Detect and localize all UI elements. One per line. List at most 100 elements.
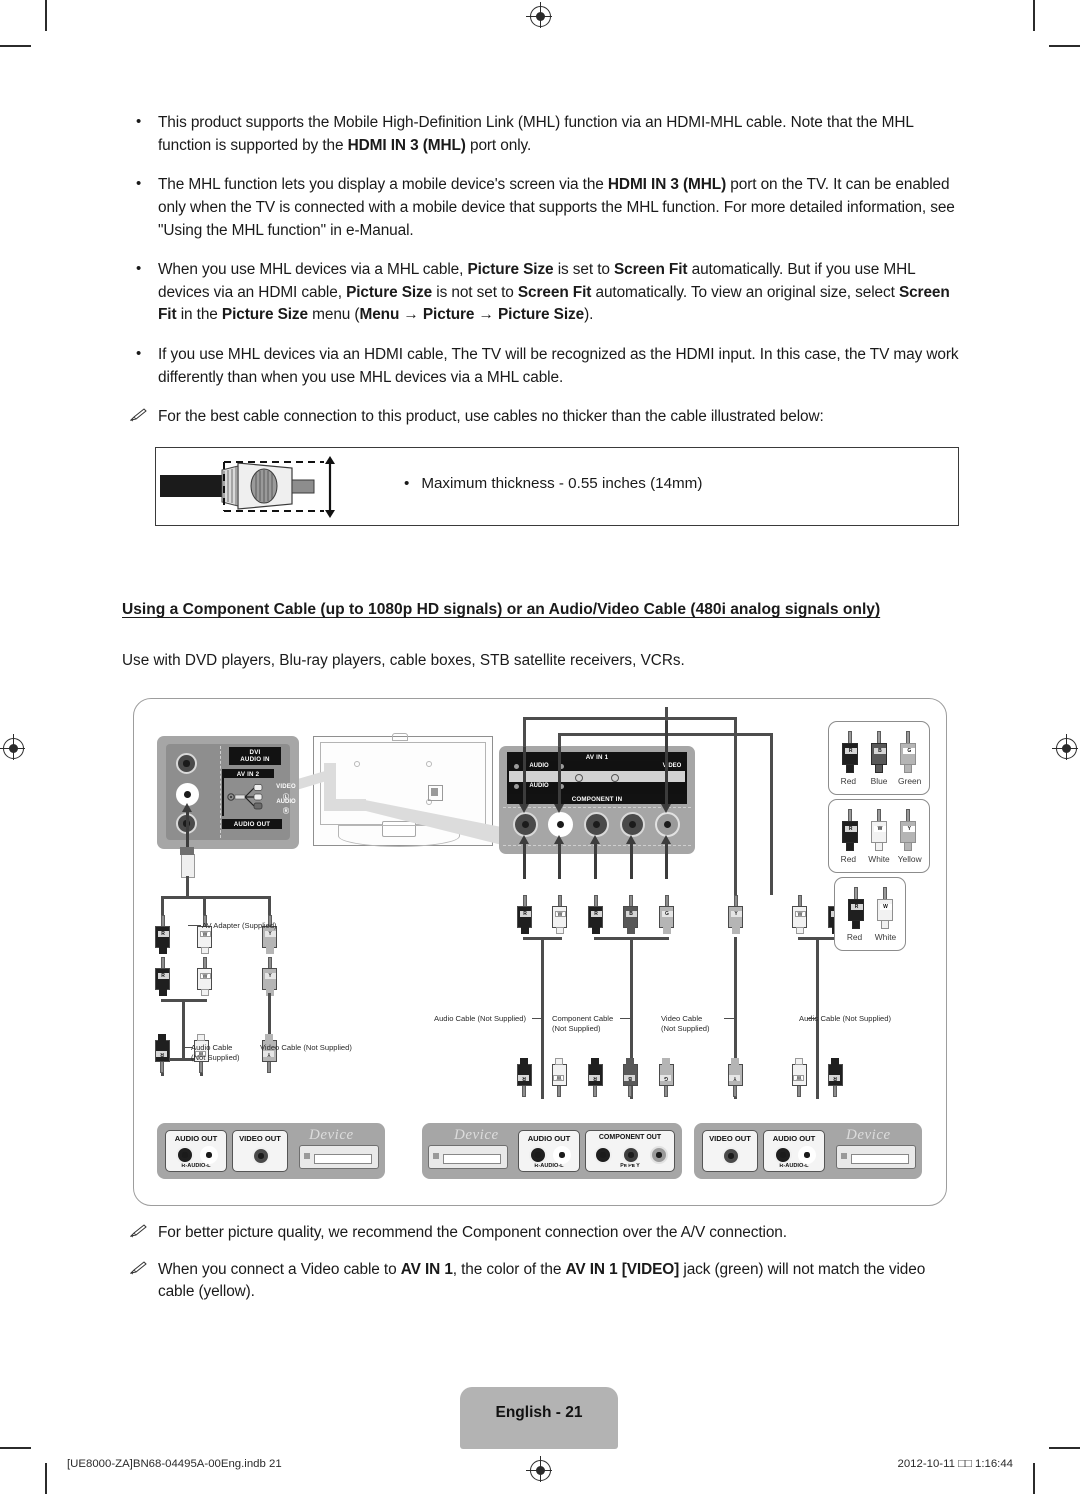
connection-diagram: DVI AUDIO IN AV IN 2 VIDEO Ⓛ AUDIO Ⓡ AUDI… (133, 698, 947, 1206)
legend-plug-label: Red (846, 932, 863, 942)
av-adapter-collar (180, 847, 194, 855)
legend-audio: RW Red White (834, 877, 906, 951)
page-number-tab: English - 21 (460, 1387, 618, 1449)
wire-adapter-stem (185, 876, 189, 898)
page-number-label: English - 21 (495, 1404, 583, 1421)
wire-top-loop-e (558, 733, 561, 747)
arrow-comp-in-2 (554, 835, 564, 879)
av-adapter-plug (181, 854, 195, 878)
port-title: AUDIO OUT (174, 1134, 218, 1143)
caption-video-cable-left: Video Cable (Not Supplied) (260, 1043, 352, 1052)
legend-plug: R (847, 887, 864, 931)
port-title: COMPONENT OUT (598, 1134, 662, 1141)
bottom-note-text: When you connect a Video cable to AV IN … (158, 1260, 926, 1301)
tv-jack-audio-l (548, 812, 573, 837)
tv-jack-pr (584, 812, 609, 837)
legend-plug: W (870, 809, 887, 853)
body-text: This product supports the Mobile High-De… (122, 111, 960, 443)
legend-component-items: RBG (829, 722, 929, 775)
legend-audio-names: Red White (835, 931, 905, 947)
bottom-notes: For better picture quality, we recommend… (122, 1222, 960, 1318)
registration-mark-top (526, 2, 552, 28)
panel-dash-bottom (503, 845, 691, 846)
caption-video-cable-mid: Video Cable (Not Supplied) (661, 1014, 710, 1034)
port-title: AUDIO OUT (527, 1134, 571, 1143)
legend-plug-label: Green (898, 776, 922, 786)
port-jack-pr (594, 1146, 612, 1164)
wire-top-loop-f (770, 733, 773, 895)
bullet-item: The MHL function lets you display a mobi… (122, 173, 960, 242)
crop-mark-tr-v (1033, 0, 1035, 31)
arrow-comp-in-1 (519, 835, 529, 879)
leader-audio-mid (532, 1018, 544, 1020)
crop-mark-tr-h (1049, 45, 1080, 47)
port-title: VIDEO OUT (239, 1134, 281, 1143)
av-adapter-icon (227, 784, 263, 810)
leader-av-adapter (188, 925, 201, 927)
leader-audio-left (184, 1047, 193, 1049)
port-jack-r (774, 1146, 792, 1164)
port-jack-y (650, 1146, 668, 1164)
port-sub: R-AUDIO-L (181, 1163, 211, 1169)
port-jack-l (200, 1146, 218, 1164)
arrow-comp-in-4 (626, 835, 636, 879)
wire-adapter-bus (161, 896, 271, 899)
port-jack-v (722, 1147, 740, 1165)
page: This product supports the Mobile High-De… (0, 0, 1080, 1494)
leader-video-mid (724, 1018, 736, 1020)
crop-mark-tl-h (0, 45, 31, 47)
legend-plug-label: Yellow (897, 854, 922, 864)
wire-top-loop-b (523, 717, 526, 747)
footer-file-name: [UE8000-ZA]BN68-04495A-00Eng.indb 21 (67, 1458, 282, 1470)
port-jack-l (553, 1146, 571, 1164)
label-dvi-audio-in: DVI AUDIO IN (229, 747, 281, 766)
registration-mark-bottom (526, 1456, 552, 1482)
legend-plug: B (870, 731, 887, 775)
crop-mark-tl-v (45, 0, 47, 31)
tv-jack-y-video (655, 812, 680, 837)
label-component-in: COMPONENT IN (507, 794, 687, 805)
device-box-right: VIDEO OUT AUDIO OUT R-AUDIO-L Device (694, 1123, 922, 1179)
port-jack-v (252, 1147, 270, 1165)
port-audio-out-middle: AUDIO OUT R-AUDIO-L (518, 1130, 580, 1172)
device-illustration-middle (428, 1145, 508, 1169)
port-jack-pb (622, 1146, 640, 1164)
label-audio-out-tv: AUDIO OUT (222, 819, 282, 830)
legend-plug: G (900, 731, 917, 775)
footer-timestamp: 2012-10-11 □□ 1:16:44 (897, 1458, 1013, 1470)
legend-component: RBG Red Blue Green (828, 721, 930, 795)
legend-plug-label: White (868, 854, 890, 864)
legend-audio-items: RW (835, 878, 905, 931)
legend-component-names: Red Blue Green (829, 775, 929, 791)
crop-mark-bl-h (0, 1447, 31, 1449)
label-video-right: VIDEO (659, 762, 685, 771)
section-subtext: Use with DVD players, Blu-ray players, c… (122, 652, 685, 669)
wire-top-loop-c (734, 717, 737, 895)
tv-jack-pb (620, 812, 645, 837)
hdmi-cable-illustration (160, 456, 335, 518)
legend-plug: R (841, 809, 858, 853)
pencil-icon (130, 1260, 147, 1274)
port-jack-r (529, 1146, 547, 1164)
crop-mark-bl-v (45, 1463, 47, 1494)
device-box-left: AUDIO OUT R-AUDIO-L VIDEO OUT Device (157, 1123, 385, 1179)
tv-jack-audio-r (513, 812, 538, 837)
port-audio-out-right: AUDIO OUT R-AUDIO-L (763, 1130, 825, 1172)
caption-av-adapter: AV Adapter (Supplied) (202, 921, 277, 930)
port-sub: R-AUDIO-L (779, 1163, 809, 1169)
port-jack-l (798, 1146, 816, 1164)
registration-mark-right (1052, 734, 1078, 760)
av-in-2-block (222, 778, 276, 816)
leader-audio-right (807, 1018, 819, 1020)
legend-plug-label: Red (840, 776, 857, 786)
tv-callout-left2 (324, 799, 366, 811)
device-box-middle: Device AUDIO OUT R-AUDIO-L COMPONENT OUT… (422, 1123, 682, 1179)
crop-mark-br-h (1049, 1447, 1080, 1449)
port-jack-r (176, 1146, 194, 1164)
av-in-1-block: AUDIO AUDIO VIDEO (507, 761, 687, 794)
legend-plug-label: Blue (870, 776, 888, 786)
bullet-glyph: • (404, 475, 410, 492)
caption-audio-cable-mid: Audio Cable (Not Supplied) (434, 1014, 527, 1023)
label-video: VIDEO (276, 784, 296, 790)
label-audio: AUDIO (276, 799, 296, 805)
